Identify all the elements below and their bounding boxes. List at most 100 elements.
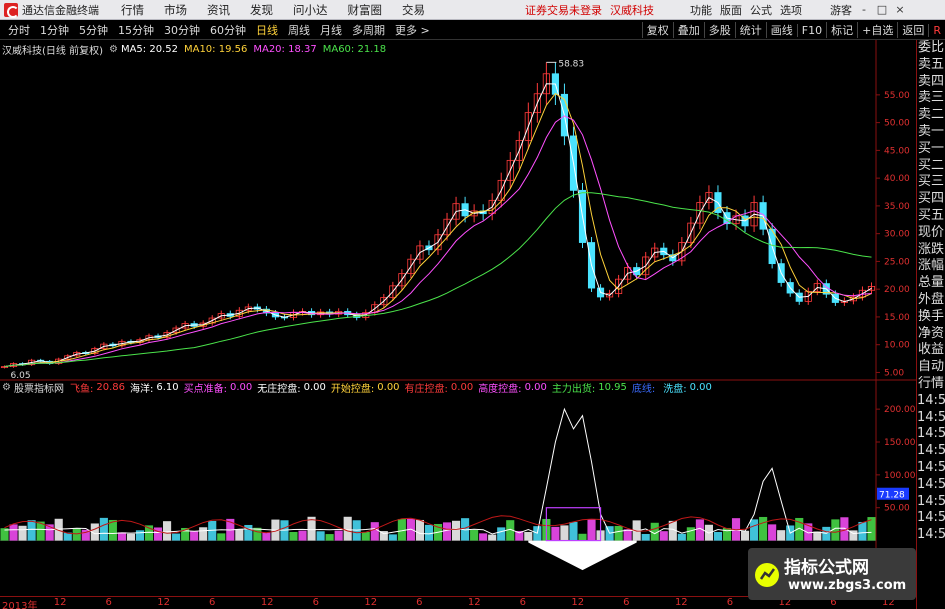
adjust-button[interactable]: 复权	[641, 22, 673, 38]
side-panel-label: 卖二	[917, 107, 944, 123]
period-monthly[interactable]: 月线	[318, 22, 344, 38]
current-stock-name: 汉威科技	[610, 3, 654, 17]
watermark: 指标公式网 www.zbgs3.com	[748, 548, 916, 600]
indicator-bar	[768, 524, 777, 541]
indicator-axis-label: 100.00	[884, 471, 916, 481]
time-axis-label: 6	[312, 597, 319, 608]
minimize-icon[interactable]: -	[858, 3, 870, 16]
indicator-bar	[424, 524, 434, 541]
indicator-bar	[244, 524, 253, 541]
indicator-trough	[528, 540, 637, 571]
stats-button[interactable]: 统计	[734, 22, 766, 38]
side-panel-label: 14:50	[917, 527, 945, 543]
app-title: 通达信金融终端	[22, 3, 99, 17]
menu-item-layout[interactable]: 版面	[720, 2, 742, 18]
price-axis-label: 5.00	[884, 368, 904, 378]
period-5min[interactable]: 5分钟	[77, 22, 110, 38]
menu-item-ask[interactable]: 问小达	[293, 2, 328, 18]
indicator-settings-icon[interactable]: ⚙	[2, 382, 11, 393]
indicator-bar	[190, 531, 199, 541]
menu-item-news[interactable]: 资讯	[207, 2, 230, 18]
menu-item-discover[interactable]: 发现	[250, 2, 273, 18]
menu-item-quotes[interactable]: 行情	[121, 2, 144, 18]
maximize-icon[interactable]: □	[876, 3, 888, 16]
indicator-bar	[470, 529, 479, 541]
indicator-bar	[135, 530, 145, 541]
indicator-bar	[334, 530, 343, 541]
indicator-bar	[27, 520, 36, 541]
overlay-button[interactable]: 叠加	[672, 22, 704, 38]
menu-item-wealth-circle[interactable]: 财富圈	[348, 2, 383, 18]
time-axis-label: 6	[519, 597, 527, 608]
period-30min[interactable]: 30分钟	[162, 22, 202, 38]
indicator-bar	[343, 516, 352, 541]
side-panel-label: 卖三	[917, 90, 944, 106]
period-weekly[interactable]: 周线	[286, 22, 312, 38]
menu-item-formula[interactable]: 公式	[750, 2, 772, 18]
ma60-line	[4, 192, 872, 368]
period-15min[interactable]: 15分钟	[116, 22, 156, 38]
ma5-line	[4, 83, 872, 368]
side-panel-label: 涨幅	[917, 258, 944, 274]
side-panel-label: 换手	[917, 308, 944, 324]
side-panel-label: 14:50	[917, 443, 945, 459]
side-panel-label: 卖四	[917, 73, 944, 89]
menu-item-options[interactable]: 选项	[780, 2, 802, 18]
menu-item-market[interactable]: 市场	[164, 2, 187, 18]
indicator-item-value: 0.00	[524, 381, 547, 393]
indicator-bar	[388, 534, 397, 541]
indicator-item-value: 0.00	[377, 381, 400, 393]
side-panel-label: 买一	[917, 140, 944, 156]
indicator-bar	[497, 527, 506, 541]
indicator-bar	[560, 525, 569, 541]
menu-item-trade[interactable]: 交易	[402, 2, 425, 18]
time-axis-label: 12	[364, 597, 378, 608]
time-axis-label: 2013年	[2, 601, 38, 609]
indicator-axis-label: 150.00	[884, 438, 916, 448]
r-icon[interactable]: R	[928, 23, 945, 37]
period-more[interactable]: 更多 >	[393, 22, 432, 38]
side-panel-label: 行情	[917, 375, 944, 391]
indicator-item-value: 20.86	[96, 381, 125, 393]
indicator-bar	[740, 530, 750, 541]
period-60min[interactable]: 60分钟	[208, 22, 248, 38]
period-daily[interactable]: 日线	[254, 22, 280, 38]
guest-account[interactable]: 游客	[830, 2, 852, 18]
time-axis-label: 6	[416, 597, 423, 608]
indicator-bar	[316, 531, 325, 541]
price-axis-label: 25.00	[884, 257, 910, 267]
period-intraday[interactable]: 分时	[6, 22, 32, 38]
indicator-info: ⚙ 股票指标网 飞鱼: 20.86 海洋: 6.10 买点准备: 0.00 无庄控盘: 0.0…	[2, 380, 717, 395]
side-panel-label: 总量	[917, 275, 944, 291]
time-axis-label: 12	[260, 597, 274, 608]
indicator-bar	[99, 517, 108, 541]
close-icon[interactable]: ×	[894, 3, 906, 16]
indicator-bar	[235, 529, 244, 541]
indicator-bar	[217, 533, 226, 541]
indicator-bar	[659, 531, 668, 541]
menu-item-functions[interactable]: 功能	[690, 2, 712, 18]
kline-chart[interactable]: 55.00 50.00 45.00 40.00 35.00 30.00 25.00 20.00…	[0, 40, 916, 596]
indicator-bar	[415, 519, 425, 541]
period-1min[interactable]: 1分钟	[38, 22, 71, 38]
side-panel-label: 买四	[917, 191, 944, 207]
back-button[interactable]: 返回	[897, 22, 928, 38]
f10-button[interactable]: F10	[796, 23, 826, 37]
indicator-name[interactable]: 股票指标网	[14, 380, 64, 395]
period-multi[interactable]: 多周期	[350, 22, 387, 38]
multi-stock-button[interactable]: 多股	[703, 22, 735, 38]
indicator-bar	[488, 534, 497, 541]
indicator-bar	[858, 521, 867, 541]
time-axis-label: 6	[209, 597, 216, 608]
indicator-bar	[9, 524, 18, 541]
time-axis-label: 12	[674, 597, 688, 608]
settings-icon[interactable]: ⚙	[109, 44, 118, 55]
indicator-bar	[72, 528, 81, 541]
mark-button[interactable]: 标记	[826, 22, 857, 38]
indicator-bar	[569, 521, 578, 541]
add-watchlist-button[interactable]: +自选	[857, 22, 897, 38]
side-panel-label: 收益	[917, 342, 944, 358]
draw-line-button[interactable]: 画线	[765, 22, 797, 38]
login-status[interactable]: 证券交易未登录	[525, 2, 602, 18]
side-panel-label: 买三	[917, 174, 944, 190]
